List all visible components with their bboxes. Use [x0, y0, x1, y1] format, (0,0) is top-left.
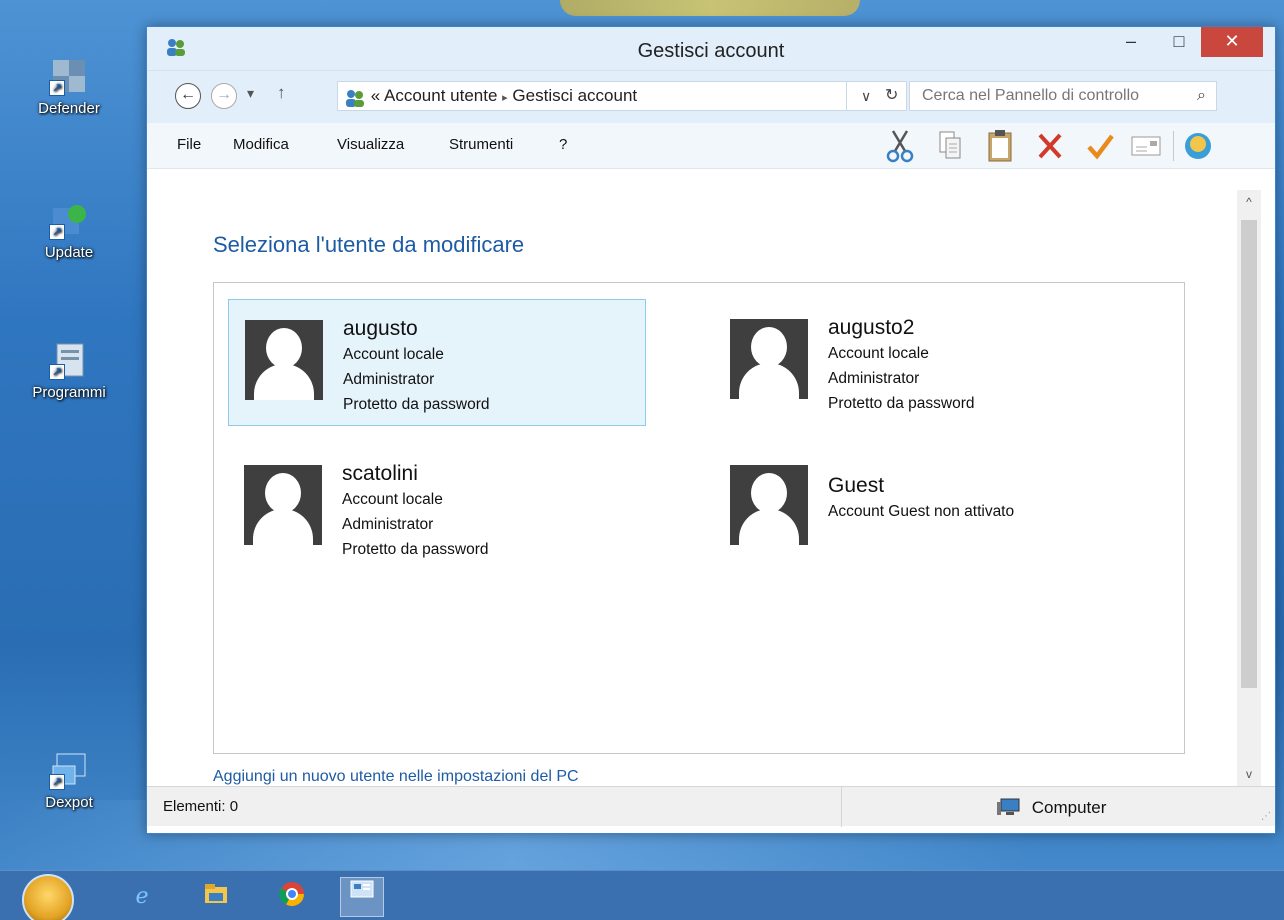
users-icon — [344, 88, 366, 107]
status-separator — [841, 787, 842, 827]
desktop-icon-dexpot[interactable]: ↗ Dexpot — [14, 750, 124, 811]
address-controls: ∨ ↻ — [847, 81, 907, 111]
desktop-icon-defender[interactable]: ↗ Defender — [14, 56, 124, 117]
desktop-icon-label: Update — [44, 244, 94, 261]
properties-icon[interactable] — [1129, 129, 1163, 163]
defender-icon: ↗ — [49, 56, 89, 96]
user-name: augusto2 — [828, 316, 915, 339]
user-card-augusto2[interactable]: augusto2 Account locale Administrator Pr… — [714, 299, 1132, 426]
breadcrumb-prefix[interactable]: « — [371, 86, 380, 105]
user-avatar-icon — [244, 465, 322, 545]
user-card-guest[interactable]: Guest Account Guest non attivato — [714, 445, 1132, 572]
desktop-wallpaper-flower — [560, 0, 860, 16]
user-password-status: Protetto da password — [342, 541, 489, 558]
manage-accounts-window: Gestisci account – □ ✕ ← → ▾ ↑ « Account… — [146, 26, 1276, 834]
menu-strumenti[interactable]: Strumenti — [449, 136, 513, 153]
user-account-type: Account locale — [343, 346, 444, 363]
user-card-scatolini[interactable]: scatolini Account locale Administrator P… — [228, 445, 646, 572]
desktop-icon-label: Programmi — [32, 384, 106, 401]
desktop-icon-programmi[interactable]: ↗ Programmi — [14, 340, 124, 401]
menu-modifica[interactable]: Modifica — [233, 136, 289, 153]
programs-icon: ↗ — [49, 340, 89, 380]
start-button-icon[interactable] — [22, 874, 74, 920]
scroll-down-button[interactable]: v — [1237, 762, 1261, 786]
user-role: Administrator — [828, 370, 920, 387]
add-user-link[interactable]: Aggiungi un nuovo utente nelle impostazi… — [213, 768, 579, 786]
breadcrumb-gestisci-account[interactable]: Gestisci account — [512, 86, 637, 105]
shell-icon[interactable] — [1181, 129, 1215, 163]
user-password-status: Protetto da password — [828, 395, 975, 412]
breadcrumb-separator[interactable]: ▸ — [502, 92, 508, 104]
breadcrumb-account-utente[interactable]: Account utente — [384, 86, 497, 105]
file-explorer-icon[interactable] — [200, 881, 232, 913]
address-dropdown-button[interactable]: ∨ — [861, 82, 871, 110]
internet-explorer-icon[interactable]: e — [126, 881, 158, 913]
toolbar-separator — [1173, 131, 1174, 161]
mouse-pointer-icon — [1102, 435, 1122, 461]
search-placeholder: Cerca nel Pannello di controllo — [922, 87, 1140, 104]
status-bar: Elementi: 0 Computer ⋰ — [147, 786, 1275, 827]
user-account-type: Account locale — [342, 491, 443, 508]
user-list: augusto Account locale Administrator Pro… — [213, 282, 1185, 754]
computer-icon — [997, 798, 1021, 816]
update-icon: ↗ — [49, 200, 89, 240]
user-avatar-icon — [245, 320, 323, 400]
user-role: Administrator — [343, 371, 435, 388]
status-item-count: Elementi: 0 — [163, 798, 239, 815]
delete-icon[interactable] — [1033, 129, 1067, 163]
status-location-label: Computer — [1031, 798, 1107, 817]
user-account-type: Account locale — [828, 345, 929, 362]
user-role: Administrator — [342, 516, 434, 533]
user-name: scatolini — [342, 462, 418, 485]
taskbar: e — [0, 870, 1284, 920]
menu-bar: File Modifica Visualizza Strumenti ? — [147, 123, 1275, 169]
window-title: Gestisci account — [637, 40, 785, 62]
menu-file[interactable]: File — [177, 136, 201, 153]
minimize-button[interactable]: – — [1109, 27, 1153, 57]
forward-button[interactable]: → — [211, 83, 237, 109]
search-icon[interactable]: ⌕ — [1197, 82, 1206, 110]
user-name: augusto — [343, 317, 418, 340]
page-title: Seleziona l'utente da modificare — [213, 232, 525, 257]
refresh-button[interactable]: ↻ — [885, 82, 898, 110]
user-card-augusto[interactable]: augusto Account locale Administrator Pro… — [228, 299, 646, 426]
search-input[interactable]: Cerca nel Pannello di controllo ⌕ — [909, 81, 1217, 111]
dexpot-icon: ↗ — [49, 750, 89, 790]
user-avatar-icon — [730, 465, 808, 545]
cut-icon[interactable] — [883, 129, 917, 163]
desktop-icon-update[interactable]: ↗ Update — [14, 200, 124, 261]
user-account-status: Account Guest non attivato — [828, 503, 1015, 520]
title-bar[interactable]: Gestisci account – □ ✕ — [147, 27, 1275, 71]
user-name: Guest — [828, 474, 885, 497]
maximize-button[interactable]: □ — [1157, 27, 1201, 57]
close-button[interactable]: ✕ — [1201, 27, 1263, 57]
chrome-icon[interactable] — [276, 881, 308, 913]
desktop-icon-label: Dexpot — [45, 794, 93, 811]
back-button[interactable]: ← — [175, 83, 201, 109]
paste-icon[interactable] — [983, 129, 1017, 163]
address-row: ← → ▾ ↑ « Account utente ▸ Gestisci acco… — [147, 71, 1275, 123]
user-password-status: Protetto da password — [343, 396, 490, 413]
scroll-up-button[interactable]: ^ — [1237, 190, 1261, 214]
user-avatar-icon — [730, 319, 808, 399]
check-icon[interactable] — [1083, 129, 1117, 163]
up-button[interactable]: ↑ — [277, 83, 286, 103]
menu-help[interactable]: ? — [559, 136, 567, 153]
resize-grip-icon[interactable]: ⋰ — [1261, 811, 1271, 822]
content-area: Seleziona l'utente da modificare augusto… — [147, 190, 1237, 786]
status-location: Computer — [997, 798, 1106, 818]
address-bar[interactable]: « Account utente ▸ Gestisci account — [337, 81, 847, 111]
scroll-thumb[interactable] — [1241, 220, 1257, 688]
vertical-scrollbar[interactable]: ^ v — [1237, 190, 1261, 786]
menu-visualizza[interactable]: Visualizza — [337, 136, 404, 153]
copy-icon[interactable] — [933, 129, 967, 163]
desktop-icon-label: Defender — [38, 100, 100, 117]
control-panel-taskbar-icon[interactable] — [340, 877, 384, 917]
recent-locations-button[interactable]: ▾ — [247, 85, 254, 102]
